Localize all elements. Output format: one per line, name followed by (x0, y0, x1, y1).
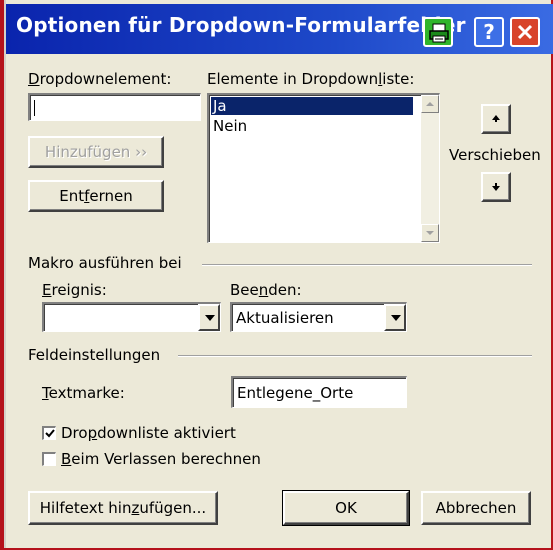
list-item-nein[interactable]: Nein (211, 117, 413, 135)
ok-button[interactable]: OK (282, 490, 410, 526)
checkmark-icon (45, 429, 55, 438)
list-label: Elemente in Dropdownliste: (207, 70, 415, 88)
dropdown-list[interactable]: Ja Nein (207, 93, 440, 243)
field-settings-divider (178, 355, 532, 357)
arrow-up-icon (492, 115, 500, 122)
calc-on-exit-label[interactable]: Beim Verlassen berechnen (61, 450, 261, 468)
bookmark-value: Entlegene_Orte (237, 384, 354, 402)
title-bar[interactable]: Optionen für Dropdown-Formularfelder ? (6, 4, 553, 54)
remove-button[interactable]: Entfernen (28, 180, 164, 212)
bookmark-input[interactable]: Entlegene_Orte (231, 376, 407, 408)
printer-icon[interactable] (423, 17, 453, 47)
macro-group-label: Makro ausführen bei (28, 254, 182, 272)
dropdown-enabled-checkbox[interactable] (42, 426, 56, 440)
dropdown-enabled-label[interactable]: Dropdownliste aktiviert (61, 424, 236, 442)
arrow-down-icon (492, 183, 500, 191)
dropdown-element-label: Dropdownelement: (28, 70, 172, 88)
list-item-ja[interactable]: Ja (211, 97, 413, 115)
move-up-button[interactable] (481, 104, 511, 134)
exit-label: Beenden: (230, 281, 302, 299)
list-scrollbar[interactable] (421, 95, 439, 242)
add-button[interactable]: Hinzufügen ›› (28, 136, 164, 168)
field-settings-group-label: Feldeinstellungen (28, 346, 161, 364)
chevron-down-icon[interactable] (198, 304, 220, 331)
window-title: Optionen für Dropdown-Formularfelder (16, 13, 466, 37)
add-help-text-button[interactable]: Hilfetext hinzufügen... (28, 491, 218, 525)
exit-select-value: Aktualisieren (236, 309, 334, 327)
macro-group-divider (202, 264, 532, 266)
dialog-window: Optionen für Dropdown-Formularfelder ? D… (4, 0, 553, 548)
event-select[interactable] (42, 302, 221, 332)
cancel-button[interactable]: Abbrechen (421, 491, 531, 525)
exit-select[interactable]: Aktualisieren (230, 302, 407, 332)
calc-on-exit-checkbox[interactable] (42, 452, 56, 466)
close-icon[interactable] (510, 17, 540, 47)
text-caret (34, 100, 35, 116)
dropdown-element-input[interactable] (28, 93, 201, 121)
scroll-down-icon[interactable] (421, 224, 439, 242)
help-button[interactable]: ? (474, 17, 504, 47)
chevron-down-icon[interactable] (384, 304, 406, 331)
move-down-button[interactable] (481, 172, 511, 202)
scroll-up-icon[interactable] (421, 95, 439, 113)
event-label: Ereignis: (42, 281, 107, 299)
bookmark-label: Textmarke: (42, 384, 125, 402)
move-label: Verschieben (449, 146, 541, 164)
